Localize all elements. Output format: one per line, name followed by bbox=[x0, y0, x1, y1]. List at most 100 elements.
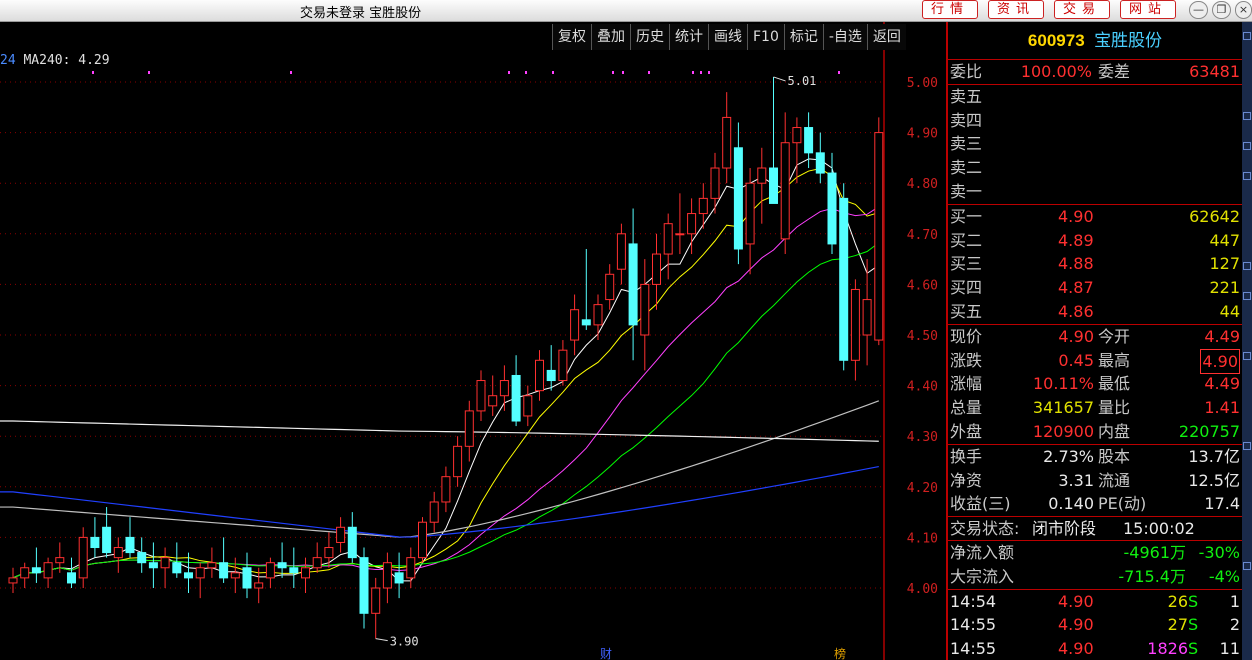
tick-side: S bbox=[1188, 615, 1199, 635]
candle bbox=[499, 365, 509, 411]
news-button[interactable]: 资讯 bbox=[988, 0, 1045, 19]
close-icon[interactable]: × bbox=[1235, 1, 1252, 19]
toolbar-button-2[interactable]: 历史 bbox=[630, 24, 669, 50]
trade-button[interactable]: 交易 bbox=[1054, 0, 1111, 19]
candle bbox=[663, 213, 673, 280]
bang-marker[interactable]: 榜 bbox=[834, 646, 846, 660]
flow-percent: -30% bbox=[1198, 542, 1240, 562]
toolbar-button-4[interactable]: 画线 bbox=[708, 24, 747, 50]
sell-level-label: 卖五 bbox=[950, 86, 983, 106]
candlesticks bbox=[8, 76, 884, 639]
candle bbox=[850, 279, 860, 381]
candle bbox=[31, 547, 41, 583]
candle-body bbox=[78, 536, 88, 579]
window-title: 交易未登录 宝胜股份 bbox=[300, 6, 422, 21]
candle bbox=[722, 92, 732, 184]
kline-chart[interactable]: 5.00 4.90 4.80 4.70 4.60 4.50 4.40 4.30 4.20 4.10… bbox=[0, 22, 944, 660]
weicha-label: 委差 bbox=[1098, 62, 1131, 81]
price-tick-5.00: 5.00 bbox=[907, 76, 938, 91]
ma120-line bbox=[0, 465, 879, 538]
website-button[interactable]: 网站 bbox=[1120, 0, 1177, 19]
candle-body bbox=[558, 349, 568, 382]
quote-label: 涨跌 bbox=[950, 350, 983, 370]
buy-level-volume: 221 bbox=[1209, 278, 1240, 298]
candle-body bbox=[687, 213, 697, 235]
candle bbox=[113, 537, 123, 573]
candle bbox=[195, 562, 205, 599]
candle-body bbox=[839, 197, 849, 361]
toolbar-button-5[interactable]: F10 bbox=[747, 24, 784, 50]
quote-row: 外盘 120900 内盘 220757 bbox=[948, 420, 1242, 444]
chart-annotations: 5.01 3.90 财 榜 bbox=[92, 71, 846, 660]
price-tick-4.20: 4.20 bbox=[907, 481, 938, 496]
restore-icon[interactable]: ❐ bbox=[1212, 1, 1231, 19]
side-tool-icon[interactable] bbox=[1243, 562, 1251, 570]
quote-row: 现价 4.90 今开 4.49 bbox=[948, 325, 1242, 349]
candle-body bbox=[137, 552, 147, 564]
event-dot bbox=[92, 71, 94, 74]
chart-grid bbox=[0, 22, 885, 660]
event-dot bbox=[508, 71, 510, 74]
toolbar-button-6[interactable]: 标记 bbox=[783, 24, 823, 50]
buy-level-label: 买二 bbox=[950, 230, 983, 250]
fundamental-value: 0.140 bbox=[1048, 494, 1094, 514]
side-tool-icon[interactable] bbox=[1243, 112, 1251, 120]
candle bbox=[804, 112, 814, 169]
toolbar-button-3[interactable]: 统计 bbox=[669, 24, 708, 50]
candle-body bbox=[511, 374, 521, 422]
cai-marker[interactable]: 财 bbox=[600, 647, 612, 660]
candle-body bbox=[745, 182, 755, 245]
toolbar-button-1[interactable]: 叠加 bbox=[591, 24, 630, 50]
tick-volume: 27 bbox=[1167, 615, 1188, 635]
candle-body bbox=[570, 309, 580, 341]
side-tool-icon[interactable] bbox=[1243, 172, 1251, 180]
buy-level-label: 买三 bbox=[950, 254, 983, 274]
candle bbox=[137, 537, 147, 573]
side-tool-icon[interactable] bbox=[1243, 142, 1251, 150]
side-tool-icon[interactable] bbox=[1243, 442, 1251, 450]
candle-body bbox=[184, 572, 193, 579]
toolbar-button-7[interactable]: -自选 bbox=[822, 24, 867, 50]
toolbar-button-0[interactable]: 复权 bbox=[552, 24, 591, 50]
candle bbox=[535, 350, 544, 401]
candle bbox=[488, 375, 498, 416]
candle-body bbox=[8, 577, 18, 584]
title-bar: 交易未登录 宝胜股份 行情 资讯 交易 网站 — ❐ × bbox=[0, 0, 1252, 22]
ma240-value: MA240: 4.29 bbox=[23, 53, 110, 68]
event-dot bbox=[838, 71, 840, 74]
quote-value: 120900 bbox=[1032, 421, 1094, 441]
candle-body bbox=[675, 233, 685, 236]
candle-body bbox=[113, 547, 123, 559]
tick-price: 4.90 bbox=[1058, 591, 1094, 611]
tick-count: 2 bbox=[1229, 615, 1240, 635]
event-dot bbox=[648, 71, 650, 74]
quote-stats: 现价 4.90 今开 4.49 涨跌 0.45 最高 4.90 涨幅 10.11% 最低 4.49 总量… bbox=[948, 323, 1242, 444]
minimize-icon[interactable]: — bbox=[1189, 1, 1208, 19]
candle-body bbox=[277, 562, 287, 569]
toolbar-button-8[interactable]: 返回 bbox=[866, 24, 906, 50]
side-tool-icon[interactable] bbox=[1243, 32, 1251, 40]
sell-level-row: 卖五 bbox=[948, 85, 1242, 109]
candle bbox=[148, 542, 158, 588]
candle bbox=[8, 567, 18, 594]
market-button[interactable]: 行情 bbox=[922, 0, 979, 19]
candle-body bbox=[336, 526, 346, 543]
price-tick-4.60: 4.60 bbox=[907, 278, 938, 293]
weibi-row: 委比 100.00% 委差 63481 bbox=[948, 60, 1242, 84]
side-tool-icon[interactable] bbox=[1243, 352, 1251, 360]
tick-price: 4.90 bbox=[1058, 639, 1094, 659]
candle-body bbox=[242, 567, 252, 589]
candle-body bbox=[769, 167, 778, 204]
candle bbox=[570, 294, 580, 356]
candle bbox=[687, 198, 697, 255]
tick-volume: 1826 bbox=[1147, 639, 1188, 659]
side-tool-icon[interactable] bbox=[1243, 292, 1251, 300]
quote-label: 总量 bbox=[950, 398, 983, 418]
event-dot bbox=[708, 71, 710, 74]
candle-body bbox=[581, 319, 591, 326]
buy-level-row: 买四 4.87 221 bbox=[948, 276, 1242, 300]
tick-count: 1 bbox=[1229, 591, 1240, 611]
fundamental-label: 收益(三) bbox=[950, 494, 1011, 514]
side-tool-icon[interactable] bbox=[1243, 262, 1251, 270]
side-toolbar[interactable] bbox=[1242, 22, 1252, 660]
